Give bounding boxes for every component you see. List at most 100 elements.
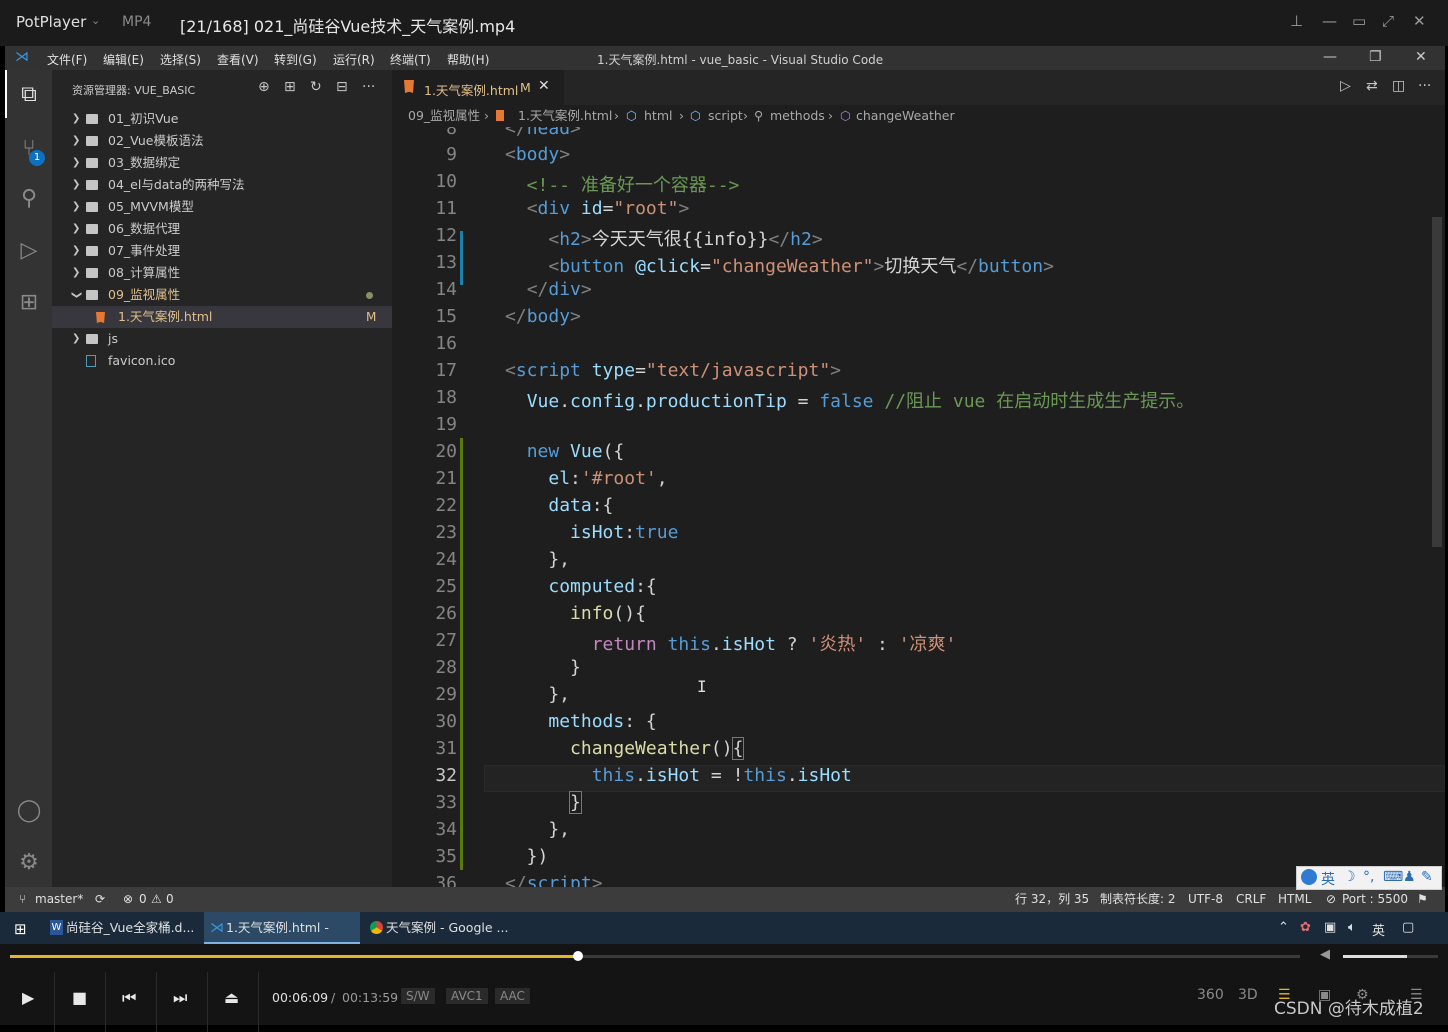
tab-close-icon[interactable]: ✕ (538, 78, 550, 94)
keyboard-icon[interactable]: ⌨ (1383, 869, 1403, 885)
breadcrumb-item[interactable]: html (644, 105, 672, 127)
gear-icon[interactable]: ⚙ (16, 850, 42, 876)
renderer-badge[interactable]: S/W (401, 988, 435, 1004)
tree-folder[interactable]: ❯ 06_数据代理 (52, 218, 392, 240)
video-codec-badge[interactable]: AVC1 (446, 988, 488, 1004)
seek-knob[interactable] (572, 951, 583, 961)
collapse-all-icon[interactable]: ⊟ (336, 79, 348, 95)
tray-app-icon[interactable]: ✿ (1300, 920, 1311, 935)
breadcrumb-item[interactable]: methods (770, 105, 825, 127)
more-actions-icon[interactable]: ··· (362, 79, 375, 95)
close-icon[interactable]: ✕ (1413, 12, 1426, 30)
breadcrumb-item[interactable]: script (708, 105, 743, 127)
notification-icon[interactable]: ▢ (1402, 920, 1414, 935)
tree-folder[interactable]: ❯ 03_数据绑定 (52, 152, 392, 174)
menu-selection[interactable]: 选择(S) (160, 51, 201, 68)
tree-folder[interactable]: ❯ 01_初识Vue (52, 108, 392, 130)
warnings-count[interactable]: 0 (166, 887, 174, 912)
network-icon[interactable]: ▣ (1324, 920, 1336, 935)
tree-folder[interactable]: ❯ 05_MVVM模型 (52, 196, 392, 218)
account-icon[interactable]: ◯ (16, 798, 42, 824)
tray-chevron-icon[interactable]: ⌃ (1278, 920, 1289, 935)
audio-codec-badge[interactable]: AAC (495, 988, 530, 1004)
language-mode[interactable]: HTML (1278, 887, 1311, 912)
vr-360-icon[interactable]: 360 (1197, 987, 1224, 1003)
run-debug-icon[interactable]: ▷ (16, 238, 42, 264)
fullscreen-icon[interactable]: ⤢ (1382, 12, 1394, 30)
tree-file-selected[interactable]: 1.天气案例.html M (52, 306, 392, 328)
tree-folder[interactable]: ❯ js (52, 328, 392, 350)
tree-folder[interactable]: ❯ 02_Vue模板语法 (52, 130, 392, 152)
breadcrumb-item[interactable]: 1.天气案例.html (518, 105, 612, 127)
extensions-icon[interactable]: ⊞ (16, 290, 42, 316)
windows-start-icon[interactable]: ⊞ (14, 920, 27, 938)
menu-terminal[interactable]: 终端(T) (390, 51, 431, 68)
menu-go[interactable]: 转到(G) (274, 51, 317, 68)
ime-toolbar[interactable]: 英 ☽ °, ⌨ ♟ ✎ (1296, 866, 1442, 890)
taskbar-item[interactable]: 天气案例 - Google ... (364, 912, 520, 944)
punct-icon[interactable]: °, (1363, 869, 1374, 885)
menu-edit[interactable]: 编辑(E) (103, 51, 144, 68)
split-editor-icon[interactable]: ◫ (1392, 78, 1405, 94)
menu-view[interactable]: 查看(V) (217, 51, 259, 68)
sync-icon[interactable]: ⟳ (95, 887, 105, 912)
search-icon[interactable]: ⚲ (16, 186, 42, 212)
chevron-right-icon: › (484, 108, 489, 123)
stop-icon[interactable]: ■ (72, 988, 87, 1007)
tray-lang[interactable]: 英 (1372, 920, 1385, 939)
tab-active[interactable]: 1.天气案例.html M ✕ (392, 70, 564, 105)
play-icon[interactable]: ▶ (22, 988, 34, 1007)
eject-icon[interactable]: ⏏ (224, 988, 239, 1007)
compare-icon[interactable]: ⇄ (1366, 78, 1378, 94)
cursor-position[interactable]: 行 32，列 35 (1015, 887, 1089, 912)
folder-icon (86, 224, 98, 234)
editor-scrollbar[interactable] (1432, 217, 1442, 547)
next-icon[interactable]: ⏭ (173, 988, 187, 1008)
minimize-icon[interactable]: — (1322, 12, 1337, 30)
volume-slider[interactable] (1343, 955, 1438, 958)
chevron-down-icon[interactable]: ⌄ (91, 14, 100, 27)
player-logo[interactable]: PotPlayer (16, 13, 86, 31)
3d-icon[interactable]: 3D (1238, 987, 1258, 1003)
problems-count[interactable]: 0 (139, 887, 147, 912)
code-line: methods: { (548, 711, 657, 732)
git-branch[interactable]: master* (35, 887, 83, 912)
taskbar-item-active[interactable]: ⋊1.天气案例.html - vu... (204, 912, 360, 967)
menu-file[interactable]: 文件(F) (47, 51, 87, 68)
tree-folder[interactable]: ❯ 04_el与data的两种写法 (52, 174, 392, 196)
new-folder-icon[interactable]: ⊞ (284, 79, 296, 95)
feedback-icon[interactable]: ⚑ (1417, 887, 1428, 912)
refresh-icon[interactable]: ↻ (310, 79, 322, 95)
vscode-close-icon[interactable]: ✕ (1415, 49, 1427, 65)
moon-icon[interactable]: ☽ (1343, 869, 1356, 885)
run-icon[interactable]: ▷ (1340, 78, 1351, 94)
new-file-icon[interactable]: ⊕ (258, 79, 270, 95)
vscode-restore-icon[interactable]: ❐ (1369, 49, 1382, 65)
tree-file[interactable]: favicon.ico (52, 350, 392, 372)
seek-bar[interactable] (10, 951, 1300, 961)
volume-icon[interactable]: 🔈︎ (1348, 920, 1356, 935)
previous-icon[interactable]: ⏮ (122, 988, 136, 1008)
vscode-minimize-icon[interactable]: — (1323, 49, 1337, 65)
encoding[interactable]: UTF-8 (1188, 887, 1223, 912)
taskbar-item[interactable]: W 尚硅谷_Vue全家桶.d... (44, 912, 200, 944)
user-icon[interactable]: ♟ (1403, 869, 1416, 885)
code-editor[interactable]: 8 9 10 11 12 13 14 15 16 17 18 19 20 21 … (392, 127, 1445, 887)
volume-icon[interactable]: ◀︎ (1320, 947, 1330, 962)
tree-folder-open[interactable]: ❯ 09_监视属性 (52, 284, 392, 306)
wrench-icon[interactable]: ✎ (1421, 869, 1433, 885)
line-ending[interactable]: CRLF (1236, 887, 1266, 912)
live-server-port[interactable]: Port : 5500 (1342, 887, 1408, 912)
menu-run[interactable]: 运行(R) (333, 51, 375, 68)
explorer-icon[interactable]: ⧉ (16, 82, 42, 108)
menu-help[interactable]: 帮助(H) (447, 51, 489, 68)
tree-folder[interactable]: ❯ 08_计算属性 (52, 262, 392, 284)
breadcrumb-item[interactable]: changeWeather (856, 105, 955, 127)
breadcrumb-item[interactable]: 09_监视属性 (408, 105, 480, 127)
tree-folder[interactable]: ❯ 07_事件处理 (52, 240, 392, 262)
pin-icon[interactable]: ⊥ (1290, 12, 1303, 30)
ime-lang[interactable]: 英 (1321, 869, 1335, 889)
more-actions-icon[interactable]: ··· (1418, 78, 1431, 94)
maximize-icon[interactable]: ▭ (1352, 12, 1366, 30)
tab-size[interactable]: 制表符长度: 2 (1100, 887, 1176, 912)
